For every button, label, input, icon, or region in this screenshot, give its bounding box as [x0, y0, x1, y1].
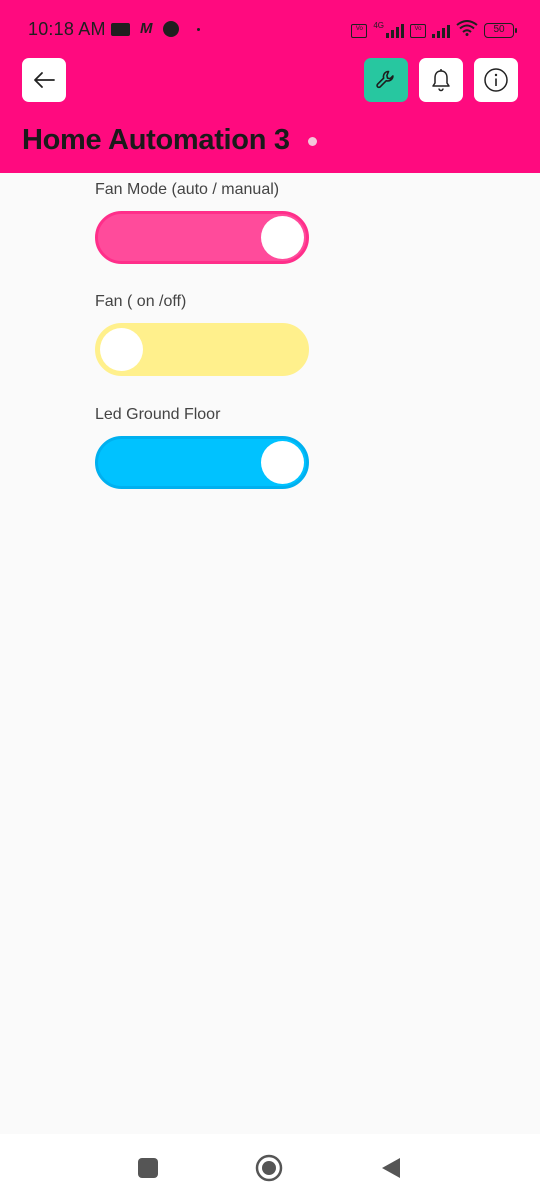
notification-icons: M: [111, 21, 200, 37]
recent-apps-button[interactable]: [134, 1154, 162, 1182]
home-button[interactable]: [255, 1154, 283, 1182]
settings-button[interactable]: [364, 58, 408, 102]
back-button[interactable]: [22, 58, 66, 102]
system-icons: Vo 4G Vo 50: [351, 20, 517, 41]
screen: 10:18 AM M Vo 4G Vo 50 Home Automation 3…: [0, 0, 540, 1200]
wrench-icon: [376, 70, 394, 89]
switch-led-ground-floor: Led Ground Floor: [95, 404, 310, 489]
volte-icon-2: Vo: [410, 23, 426, 38]
status-time: 10:18 AM: [28, 19, 106, 39]
battery-icon: 50: [484, 23, 517, 38]
switch-fan: Fan ( on /off): [95, 291, 310, 376]
wifi-icon: [456, 20, 478, 41]
bell-icon: [432, 69, 450, 92]
circle-icon: [255, 1154, 283, 1182]
fan-toggle[interactable]: [95, 323, 309, 376]
system-nav-bar: [0, 1134, 540, 1200]
notifications-button[interactable]: [419, 58, 463, 102]
call-icon: [162, 21, 179, 37]
arrow-left-icon: [34, 72, 55, 88]
led-ground-floor-toggle[interactable]: [95, 436, 309, 489]
title-row: Home Automation 3: [22, 124, 317, 157]
volte-icon: Vo: [351, 23, 368, 38]
triangle-back-icon: [382, 1158, 400, 1178]
app-header: 10:18 AM M Vo 4G Vo 50 Home Automation 3: [0, 0, 540, 173]
info-button[interactable]: [474, 58, 518, 102]
switch-fan-mode: Fan Mode (auto / manual): [95, 179, 310, 264]
fan-mode-toggle[interactable]: [95, 211, 309, 264]
network-type: 4G: [373, 21, 384, 30]
system-back-button[interactable]: [377, 1154, 405, 1182]
signal-icon: [386, 23, 404, 38]
switch-label: Fan Mode (auto / manual): [95, 181, 280, 198]
square-icon: [138, 1158, 158, 1178]
page-title: Home Automation 3: [22, 124, 290, 156]
toggle-knob: [261, 216, 304, 259]
connection-status-dot: [307, 137, 317, 146]
info-icon: [484, 68, 508, 92]
toggle-knob: [100, 328, 143, 371]
more-notifications-icon: [196, 27, 200, 31]
switch-label: Led Ground Floor: [95, 406, 221, 423]
gmail-icon: M: [140, 20, 153, 37]
signal-icon-2: [432, 24, 450, 38]
news-app-icon: [111, 22, 130, 36]
status-bar: 10:18 AM M Vo 4G Vo 50: [0, 0, 540, 58]
toggle-knob: [261, 441, 304, 484]
switch-label: Fan ( on /off): [95, 293, 187, 310]
